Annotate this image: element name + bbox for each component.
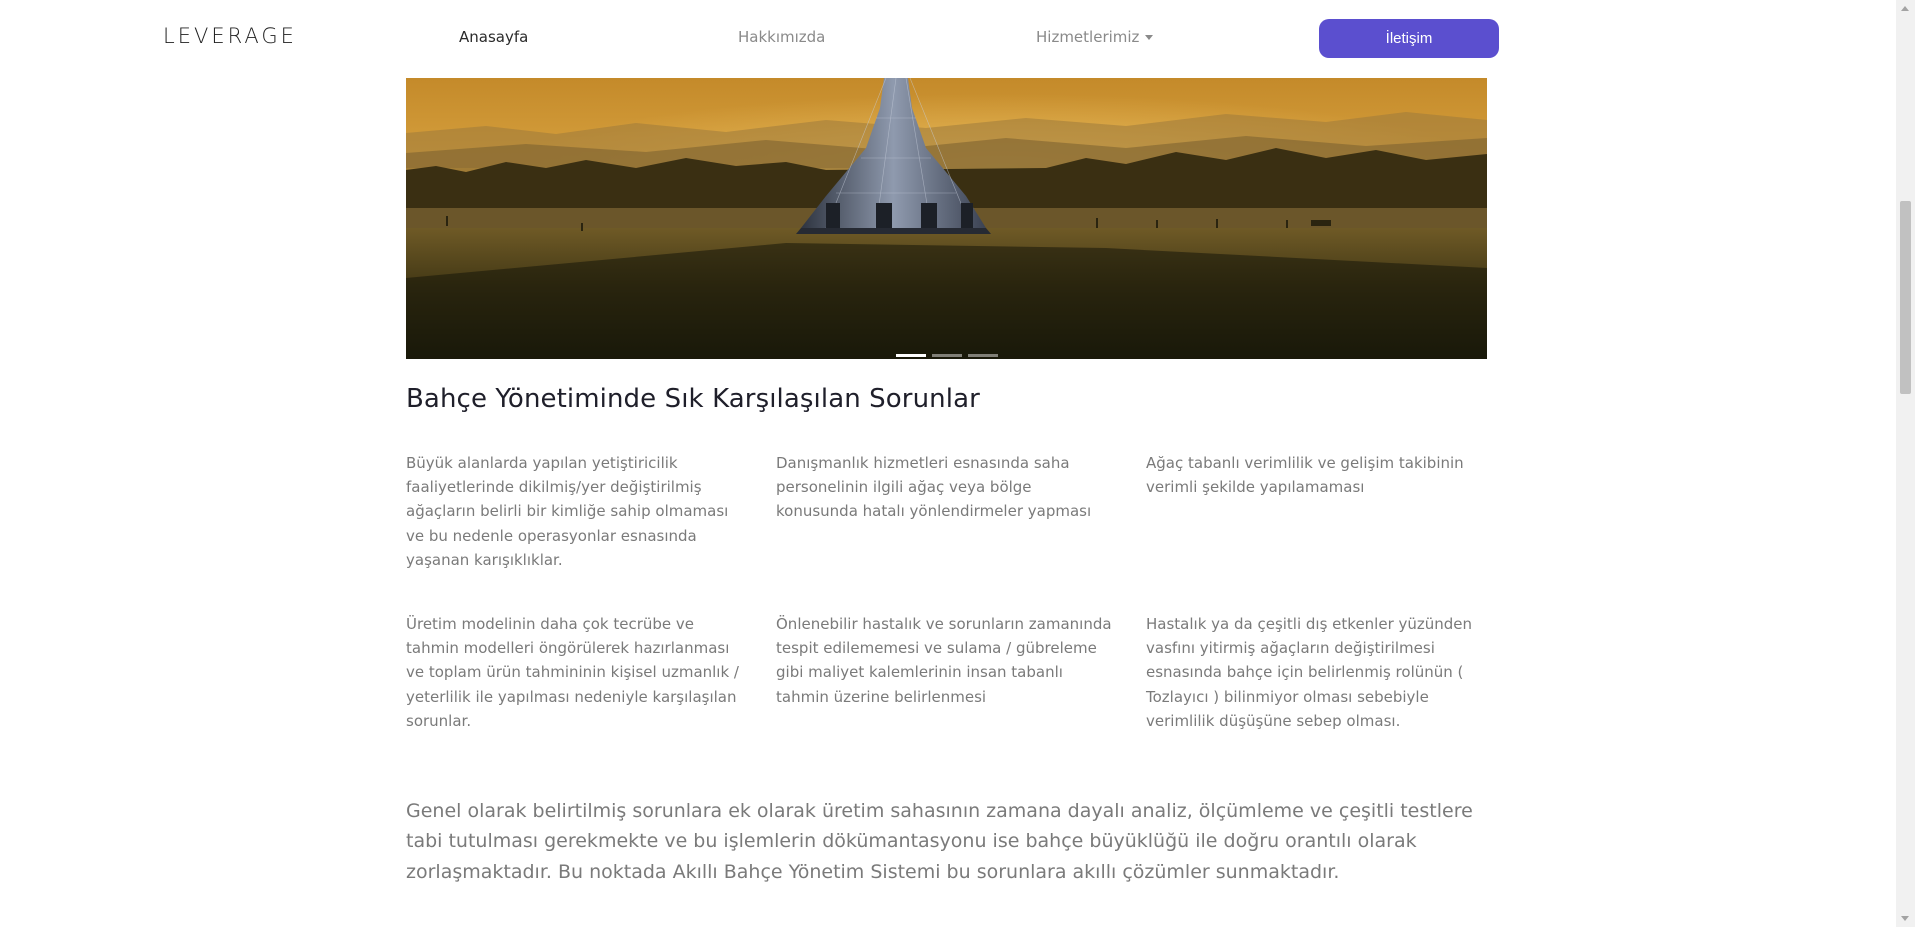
logo[interactable]: LEVERAGE (163, 24, 297, 48)
carousel-indicators (406, 354, 1487, 357)
carousel-indicator-1[interactable] (895, 354, 926, 357)
section-title: Bahçe Yönetiminde Sık Karşılaşılan Sorun… (406, 384, 980, 414)
page: LEVERAGE Anasayfa Hakkımızda Hizmetlerim… (0, 0, 1915, 927)
nav-about-link[interactable]: Hakkımızda (738, 28, 825, 46)
scroll-down-icon[interactable] (1901, 916, 1909, 921)
contact-button[interactable]: İletişim (1319, 19, 1499, 58)
problem-text: Ağaç tabanlı verimlilik ve gelişim takib… (1146, 454, 1464, 497)
hero-carousel (406, 78, 1487, 359)
carousel-indicator-3[interactable] (967, 354, 998, 357)
problem-text: Üretim modelinin daha çok tecrübe ve tah… (406, 615, 739, 730)
caret-down-icon (1145, 35, 1154, 40)
nav-home-link[interactable]: Anasayfa (459, 28, 528, 46)
problem-text: Danışmanlık hizmetleri esnasında saha pe… (776, 454, 1092, 521)
problem-text: Büyük alanlarda yapılan yetiştiricilik f… (406, 454, 729, 569)
navbar: LEVERAGE Anasayfa Hakkımızda Hizmetlerim… (0, 0, 1896, 78)
nav-services-label: Hizmetlerimiz (1036, 28, 1140, 46)
problem-text: Hastalık ya da çeşitli dış etkenler yüzü… (1146, 615, 1473, 730)
scrollbar-thumb[interactable] (1900, 201, 1911, 394)
nav-services-dropdown[interactable]: Hizmetlerimiz (1036, 28, 1154, 46)
scroll-up-icon[interactable] (1901, 6, 1909, 11)
problem-text: Önlenebilir hastalık ve sorunların zaman… (776, 615, 1112, 706)
summary-paragraph: Genel olarak belirtilmiş sorunlara ek ol… (406, 800, 1473, 883)
carousel-indicator-2[interactable] (931, 354, 962, 357)
page-scrollbar[interactable] (1896, 0, 1915, 927)
hero-image (406, 78, 1487, 359)
